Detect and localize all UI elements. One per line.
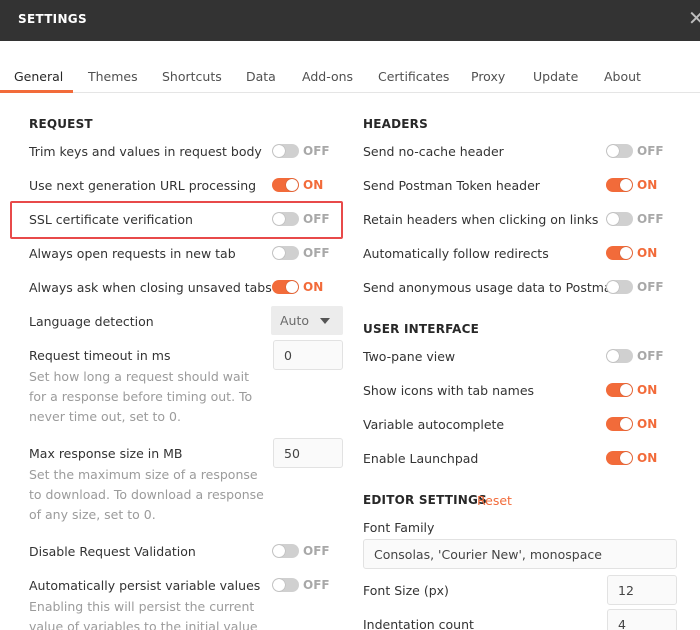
disable-validation-state: OFF bbox=[303, 544, 330, 558]
language-detection-select[interactable]: Auto bbox=[271, 306, 343, 335]
timeout-label: Request timeout in ms bbox=[29, 348, 171, 363]
close-icon[interactable]: ✕ bbox=[688, 8, 700, 28]
timeout-description: Set how long a request should wait for a… bbox=[29, 369, 253, 424]
tab-themes[interactable]: Themes bbox=[88, 69, 138, 84]
next-gen-url-toggle[interactable] bbox=[272, 178, 299, 192]
launchpad-toggle[interactable] bbox=[606, 451, 633, 465]
usage-data-label: Send anonymous usage data to Postman bbox=[363, 280, 620, 295]
next-gen-url-label: Use next generation URL processing bbox=[29, 178, 257, 193]
two-pane-state: OFF bbox=[637, 349, 664, 363]
disable-validation-label: Disable Request Validation bbox=[29, 544, 196, 559]
tab-update[interactable]: Update bbox=[533, 69, 578, 84]
tab-about[interactable]: About bbox=[604, 69, 641, 84]
var-autocomplete-label: Variable autocomplete bbox=[363, 417, 505, 432]
disable-validation-toggle[interactable] bbox=[272, 544, 299, 558]
request-heading: REQUEST bbox=[29, 117, 93, 131]
usage-data-state: OFF bbox=[637, 280, 664, 294]
tab-icons-state: ON bbox=[637, 383, 658, 397]
retain-headers-toggle[interactable] bbox=[606, 212, 633, 226]
trim-keys-state: OFF bbox=[303, 144, 330, 158]
usage-data-toggle[interactable] bbox=[606, 280, 633, 294]
max-response-input[interactable]: 50 bbox=[273, 438, 343, 468]
indentation-value: 4 bbox=[618, 617, 626, 630]
ask-closing-toggle[interactable] bbox=[272, 280, 299, 294]
settings-tabs: General Themes Shortcuts Data Add-ons Ce… bbox=[0, 41, 700, 93]
font-family-label: Font Family bbox=[363, 520, 435, 535]
postman-token-toggle[interactable] bbox=[606, 178, 633, 192]
follow-redirects-label: Automatically follow redirects bbox=[363, 246, 549, 261]
ask-closing-state: ON bbox=[303, 280, 324, 294]
var-autocomplete-state: ON bbox=[637, 417, 658, 431]
var-autocomplete-toggle[interactable] bbox=[606, 417, 633, 431]
no-cache-state: OFF bbox=[637, 144, 664, 158]
persist-variables-label: Automatically persist variable values bbox=[29, 578, 261, 593]
retain-headers-state: OFF bbox=[637, 212, 664, 226]
persist-variables-state: OFF bbox=[303, 578, 330, 592]
user-interface-heading: USER INTERFACE bbox=[363, 322, 480, 336]
tab-general[interactable]: General bbox=[14, 69, 63, 84]
postman-token-label: Send Postman Token header bbox=[363, 178, 540, 193]
indentation-label: Indentation count bbox=[363, 617, 474, 630]
tab-proxy[interactable]: Proxy bbox=[471, 69, 505, 84]
font-size-label: Font Size (px) bbox=[363, 583, 449, 598]
open-new-tab-toggle[interactable] bbox=[272, 246, 299, 260]
open-new-tab-label: Always open requests in new tab bbox=[29, 246, 236, 261]
retain-headers-label: Retain headers when clicking on links bbox=[363, 212, 599, 227]
two-pane-toggle[interactable] bbox=[606, 349, 633, 363]
tab-data[interactable]: Data bbox=[246, 69, 276, 84]
tab-icons-label: Show icons with tab names bbox=[363, 383, 535, 398]
ssl-highlight-box bbox=[10, 201, 343, 239]
timeout-input[interactable]: 0 bbox=[273, 340, 343, 370]
max-response-value: 50 bbox=[284, 446, 300, 461]
no-cache-toggle[interactable] bbox=[606, 144, 633, 158]
two-pane-label: Two-pane view bbox=[363, 349, 456, 364]
tab-icons-toggle[interactable] bbox=[606, 383, 633, 397]
max-response-label: Max response size in MB bbox=[29, 446, 183, 461]
indentation-input[interactable]: 4 bbox=[607, 609, 677, 630]
follow-redirects-toggle[interactable] bbox=[606, 246, 633, 260]
launchpad-label: Enable Launchpad bbox=[363, 451, 479, 466]
settings-titlebar: SETTINGS ✕ bbox=[0, 0, 700, 41]
trim-keys-toggle[interactable] bbox=[272, 144, 299, 158]
font-family-value: Consolas, 'Courier New', monospace bbox=[374, 547, 602, 562]
no-cache-label: Send no-cache header bbox=[363, 144, 504, 159]
persist-variables-description: Enabling this will persist the current v… bbox=[29, 599, 258, 630]
font-family-input[interactable]: Consolas, 'Courier New', monospace bbox=[363, 539, 677, 569]
tab-shortcuts[interactable]: Shortcuts bbox=[162, 69, 222, 84]
caret-down-icon bbox=[320, 318, 330, 324]
postman-token-state: ON bbox=[637, 178, 658, 192]
font-size-value: 12 bbox=[618, 583, 634, 598]
max-response-description: Set the maximum size of a response to do… bbox=[29, 467, 264, 522]
persist-variables-toggle[interactable] bbox=[272, 578, 299, 592]
launchpad-state: ON bbox=[637, 451, 658, 465]
timeout-value: 0 bbox=[284, 348, 292, 363]
tab-add-ons[interactable]: Add-ons bbox=[302, 69, 353, 84]
next-gen-url-state: ON bbox=[303, 178, 324, 192]
editor-settings-heading: EDITOR SETTINGS bbox=[363, 493, 487, 507]
tab-certificates[interactable]: Certificates bbox=[378, 69, 449, 84]
headers-heading: HEADERS bbox=[363, 117, 428, 131]
language-detection-label: Language detection bbox=[29, 314, 154, 329]
open-new-tab-state: OFF bbox=[303, 246, 330, 260]
font-size-input[interactable]: 12 bbox=[607, 575, 677, 605]
follow-redirects-state: ON bbox=[637, 246, 658, 260]
active-tab-indicator bbox=[0, 90, 73, 93]
settings-title: SETTINGS bbox=[18, 12, 87, 26]
language-detection-value: Auto bbox=[280, 313, 310, 328]
trim-keys-label: Trim keys and values in request body bbox=[29, 144, 262, 159]
ask-closing-label: Always ask when closing unsaved tabs bbox=[29, 280, 272, 295]
reset-link[interactable]: Reset bbox=[477, 493, 512, 508]
